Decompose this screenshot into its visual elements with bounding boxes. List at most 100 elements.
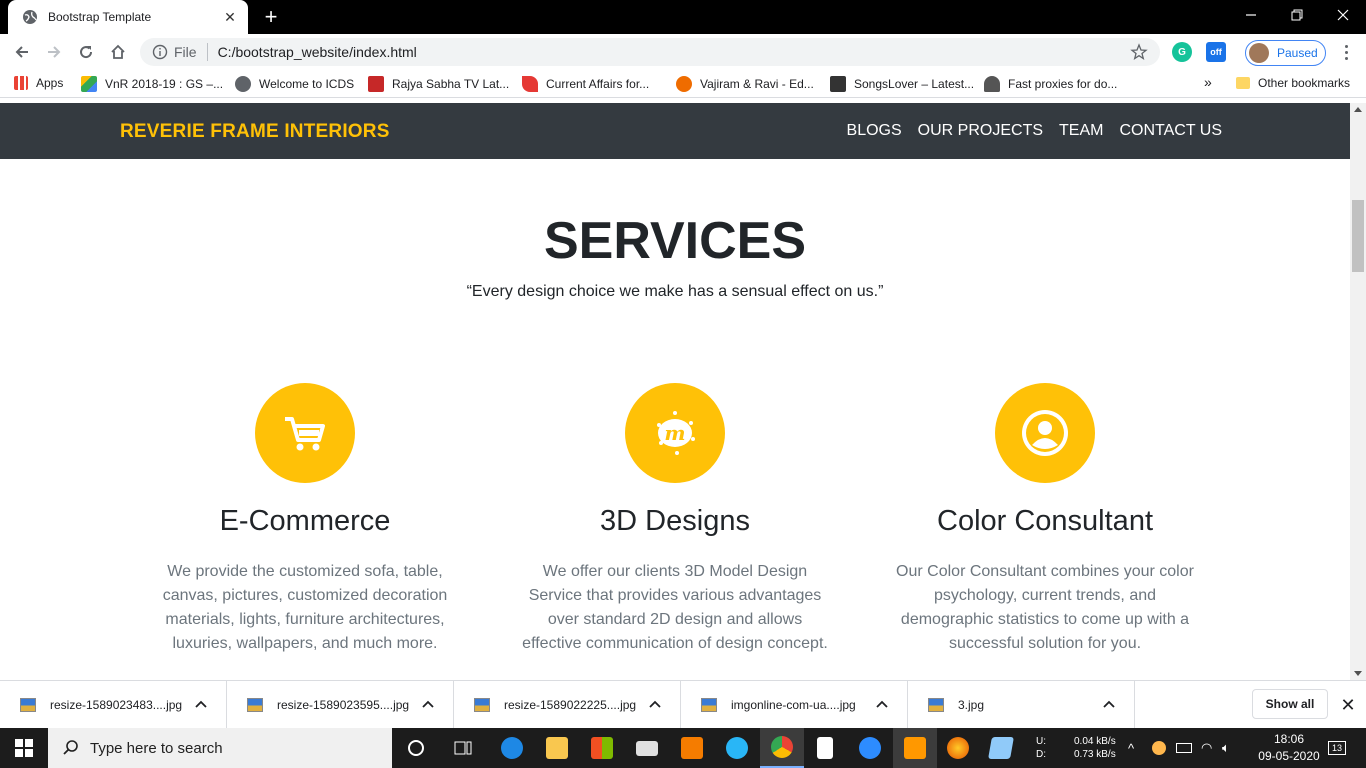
nav-team[interactable]: TEAM bbox=[1059, 122, 1103, 140]
chrome-menu-button[interactable] bbox=[1336, 42, 1356, 62]
clock-time: 18:06 bbox=[1273, 732, 1305, 746]
notification-count: 13 bbox=[1327, 741, 1346, 755]
bookmark-vajiram[interactable]: Vajiram & Ravi - Ed... bbox=[676, 76, 814, 92]
download-item[interactable]: resize-1589022225....jpg bbox=[454, 681, 681, 729]
service-card-ecommerce: E-Commerce We provide the customized sof… bbox=[135, 383, 475, 656]
notifications-icon[interactable]: 13 bbox=[1326, 728, 1348, 768]
weather-icon[interactable] bbox=[1152, 728, 1166, 768]
bookmark-fast-proxies[interactable]: Fast proxies for do... bbox=[984, 76, 1117, 92]
forward-button[interactable] bbox=[40, 38, 68, 66]
bookmark-current-affairs[interactable]: Current Affairs for... bbox=[522, 76, 649, 92]
bookmark-rajya-sabha[interactable]: Rajya Sabha TV Lat... bbox=[368, 76, 509, 92]
system-clock[interactable]: 18:06 09-05-2020 bbox=[1254, 731, 1324, 765]
search-icon bbox=[63, 740, 78, 755]
mail-icon[interactable] bbox=[625, 728, 669, 768]
chevron-up-icon[interactable] bbox=[1100, 696, 1118, 714]
download-item[interactable]: 3.jpg bbox=[908, 681, 1135, 729]
tab-bootstrap-template[interactable]: Bootstrap Template ✕ bbox=[8, 0, 248, 34]
volume-icon[interactable]: 🔈︎ bbox=[1222, 728, 1230, 768]
info-icon[interactable] bbox=[152, 44, 168, 60]
tab-title: Bootstrap Template bbox=[48, 10, 152, 24]
vajiram-logo-icon bbox=[676, 76, 692, 92]
firefox-icon[interactable] bbox=[936, 728, 980, 768]
reload-button[interactable] bbox=[72, 38, 100, 66]
internet-explorer-icon[interactable] bbox=[715, 728, 759, 768]
chevron-up-icon[interactable] bbox=[646, 696, 664, 714]
net-labels: U: D: bbox=[1036, 736, 1046, 760]
download-item[interactable]: imgonline-com-ua....jpg bbox=[681, 681, 908, 729]
maximize-button[interactable] bbox=[1274, 0, 1320, 30]
new-tab-button[interactable]: + bbox=[258, 4, 284, 30]
wifi-icon[interactable]: ◠ bbox=[1201, 728, 1212, 768]
nav-blogs[interactable]: BLOGS bbox=[847, 122, 902, 140]
profile-button[interactable]: Paused bbox=[1245, 40, 1326, 66]
meetup-icon: m bbox=[657, 411, 695, 455]
image-file-icon bbox=[247, 698, 263, 712]
bookmark-apps[interactable]: Apps bbox=[14, 76, 63, 90]
cortana-icon[interactable] bbox=[394, 728, 438, 768]
edge-browser-icon[interactable] bbox=[490, 728, 534, 768]
services-title: SERVICES bbox=[543, 212, 807, 270]
service-description: Our Color Consultant combines your color… bbox=[896, 563, 1194, 652]
taskbar-search[interactable]: Type here to search bbox=[48, 728, 392, 768]
svg-text:m: m bbox=[664, 421, 685, 445]
download-item[interactable]: resize-1589023483....jpg bbox=[0, 681, 227, 729]
minimize-button[interactable] bbox=[1228, 0, 1274, 30]
grammarly-extension-icon[interactable]: G bbox=[1172, 42, 1192, 62]
net-speed-meter: 0.04 kB/s 0.73 kB/s bbox=[1074, 736, 1116, 760]
folder-icon bbox=[1236, 77, 1250, 89]
bookmark-star-icon[interactable] bbox=[1130, 43, 1148, 61]
home-icon bbox=[111, 44, 125, 59]
browser-toolbar: File C:/bootstrap_website/index.html G o… bbox=[0, 34, 1366, 70]
chevron-up-icon[interactable] bbox=[873, 696, 891, 714]
web-page: REVERIE FRAME INTERIORS BLOGS OUR PROJEC… bbox=[0, 103, 1350, 680]
service-icon-circle: m bbox=[625, 383, 725, 483]
scrollbar-thumb[interactable] bbox=[1352, 200, 1364, 272]
image-file-icon bbox=[474, 698, 490, 712]
proxy-logo-icon bbox=[984, 76, 1000, 92]
bookmarks-overflow-button[interactable]: » bbox=[1204, 74, 1212, 90]
url-text[interactable]: C:/bootstrap_website/index.html bbox=[218, 44, 1130, 60]
zoom-icon[interactable] bbox=[848, 728, 892, 768]
image-file-icon bbox=[928, 698, 944, 712]
scheme-label: File bbox=[174, 44, 197, 60]
scroll-up-arrow-icon[interactable] bbox=[1354, 107, 1362, 112]
store-icon[interactable] bbox=[580, 728, 624, 768]
close-window-button[interactable] bbox=[1320, 0, 1366, 30]
tab-strip: Bootstrap Template ✕ + bbox=[0, 0, 1366, 34]
extension-off-icon[interactable]: off bbox=[1206, 42, 1226, 62]
scroll-down-arrow-icon[interactable] bbox=[1354, 671, 1362, 676]
address-bar[interactable]: File C:/bootstrap_website/index.html bbox=[140, 38, 1160, 66]
download-item[interactable]: resize-1589023595....jpg bbox=[227, 681, 454, 729]
battery-icon[interactable] bbox=[1176, 728, 1192, 768]
app-icon[interactable] bbox=[979, 728, 1023, 768]
bookmark-icds[interactable]: Welcome to ICDS bbox=[235, 76, 354, 92]
download-shelf: resize-1589023483....jpg resize-15890235… bbox=[0, 680, 1366, 729]
nav-our-projects[interactable]: OUR PROJECTS bbox=[918, 122, 1043, 140]
other-bookmarks-folder[interactable]: Other bookmarks bbox=[1236, 76, 1350, 90]
task-view-icon[interactable] bbox=[441, 728, 485, 768]
notepad-icon[interactable] bbox=[803, 728, 847, 768]
sublime-text-icon[interactable] bbox=[893, 728, 937, 768]
bookmark-vnr[interactable]: VnR 2018-19 : GS –... bbox=[81, 76, 223, 92]
home-button[interactable] bbox=[104, 38, 132, 66]
close-shelf-icon[interactable]: ✕ bbox=[1338, 695, 1358, 715]
service-title: E-Commerce bbox=[219, 505, 391, 537]
reload-icon bbox=[80, 46, 93, 59]
file-explorer-icon[interactable] bbox=[535, 728, 579, 768]
page-scrollbar[interactable] bbox=[1350, 103, 1366, 680]
chevron-up-icon[interactable] bbox=[419, 696, 437, 714]
site-nav-links: BLOGS OUR PROJECTS TEAM CONTACT US bbox=[847, 122, 1222, 140]
show-all-downloads-button[interactable]: Show all bbox=[1252, 689, 1328, 719]
media-player-icon[interactable] bbox=[670, 728, 714, 768]
tab-close-icon[interactable]: ✕ bbox=[222, 9, 238, 25]
chrome-taskbar-icon[interactable] bbox=[760, 728, 804, 768]
bookmark-songslover[interactable]: SongsLover – Latest... bbox=[830, 76, 974, 92]
tray-chevron-up-icon[interactable]: ^ bbox=[1128, 728, 1134, 768]
site-brand[interactable]: REVERIE FRAME INTERIORS bbox=[120, 121, 390, 143]
start-button[interactable] bbox=[0, 728, 48, 768]
chevron-up-icon[interactable] bbox=[192, 696, 210, 714]
nav-contact-us[interactable]: CONTACT US bbox=[1119, 122, 1222, 140]
back-button[interactable] bbox=[8, 38, 36, 66]
service-description: We offer our clients 3D Model Design Ser… bbox=[522, 563, 828, 652]
